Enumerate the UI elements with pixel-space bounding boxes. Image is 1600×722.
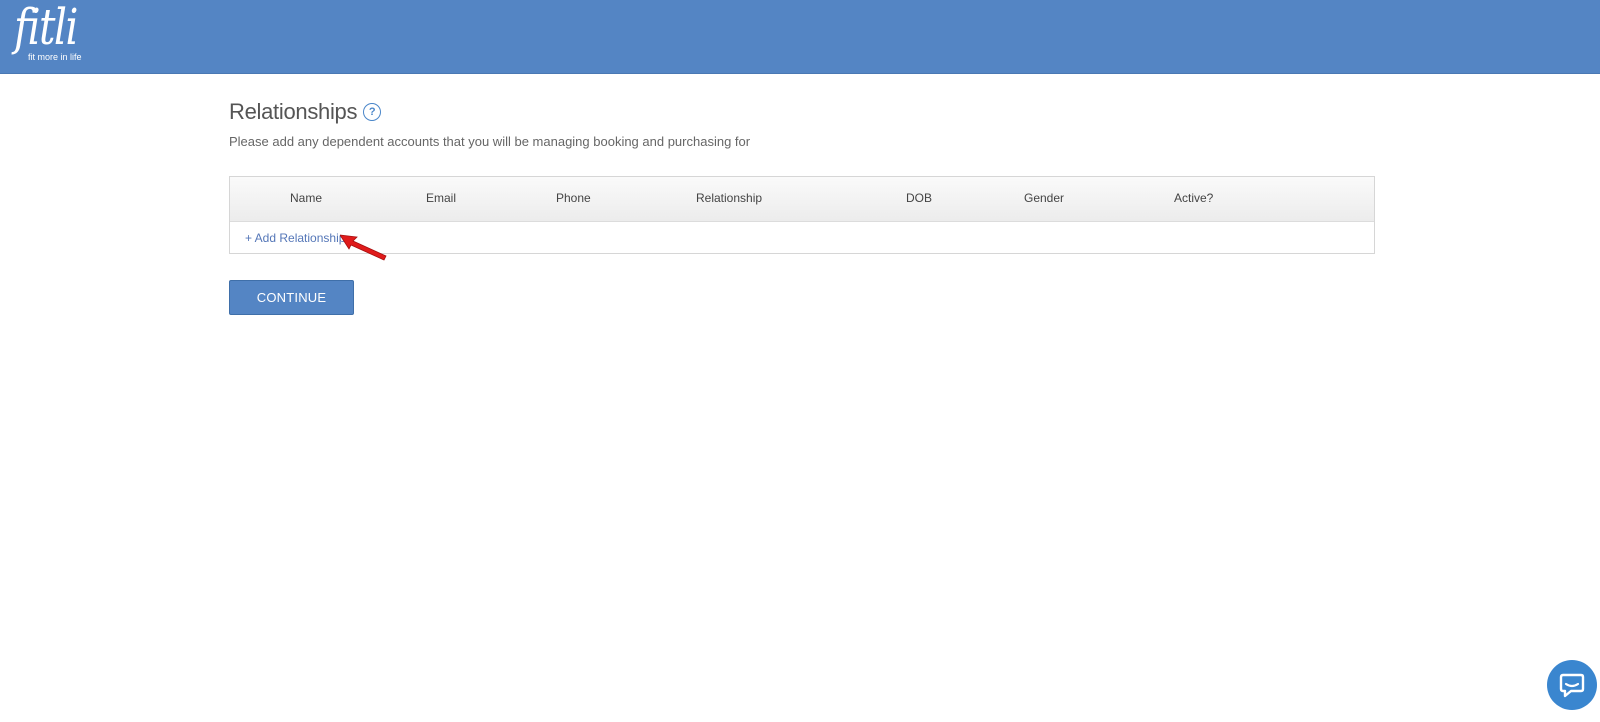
logo-tagline: fit more in life	[28, 52, 82, 62]
column-header-gender[interactable]: Gender	[1024, 191, 1064, 205]
continue-button[interactable]: CONTINUE	[229, 280, 354, 315]
page-subtitle: Please add any dependent accounts that y…	[229, 134, 751, 149]
table-header-row: Name Email Phone Relationship DOB Gender…	[230, 177, 1374, 222]
column-header-email[interactable]: Email	[426, 191, 456, 205]
title-row: Relationships ?	[229, 98, 1375, 126]
column-header-phone[interactable]: Phone	[556, 191, 591, 205]
question-circle-icon[interactable]: ?	[363, 103, 382, 121]
logo-wordmark: fitli	[14, 0, 78, 56]
column-header-active[interactable]: Active?	[1174, 191, 1213, 205]
add-relationship-link[interactable]: + Add Relationship	[245, 231, 345, 245]
red-arrow-icon	[340, 234, 387, 261]
top-header-bar: fitli fit more in life	[0, 0, 1600, 74]
page-title: Relationships	[229, 99, 358, 124]
main-content: Relationships ? Please add any dependent…	[229, 98, 1375, 315]
chat-bubble-icon	[1559, 673, 1585, 698]
relationships-table: Name Email Phone Relationship DOB Gender…	[229, 176, 1375, 261]
column-header-dob[interactable]: DOB	[906, 191, 932, 205]
column-header-name[interactable]: Name	[290, 191, 322, 205]
fitli-logo[interactable]: fitli fit more in life	[12, 0, 102, 68]
column-header-relationship[interactable]: Relationship	[696, 191, 762, 205]
chat-widget-button[interactable]	[1547, 660, 1597, 710]
